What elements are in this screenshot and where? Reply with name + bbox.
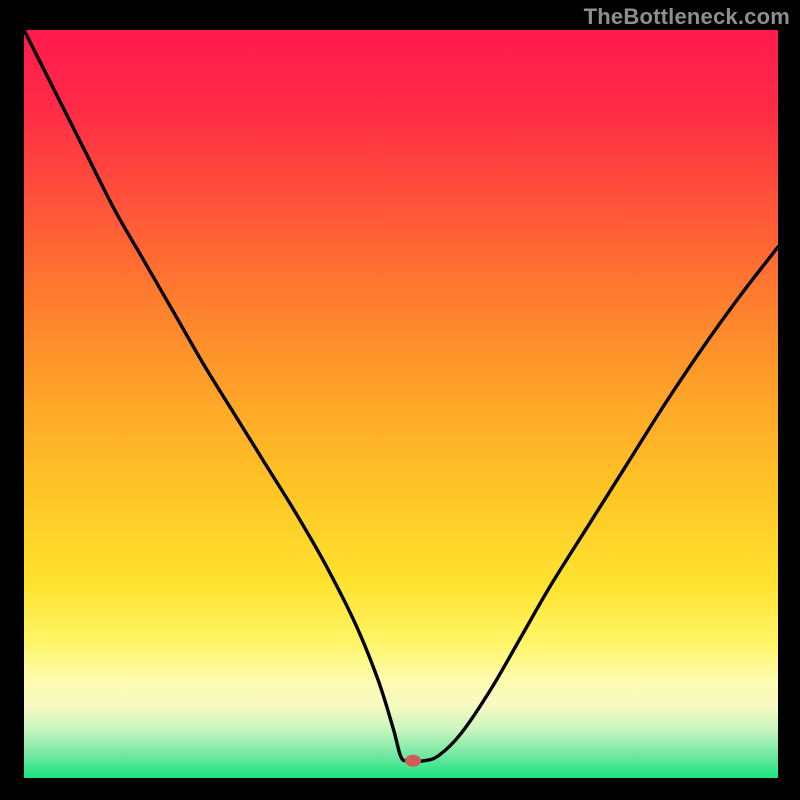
marker-dot [405,755,421,767]
plot-area [24,30,778,778]
chart-frame: TheBottleneck.com [0,0,800,800]
watermark-text: TheBottleneck.com [584,4,790,30]
plot-svg [24,30,778,778]
